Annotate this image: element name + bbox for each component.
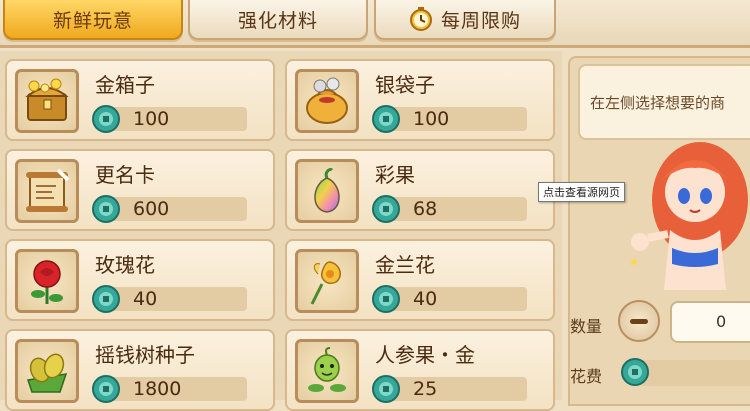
item-card-rename-card[interactable]: 更名卡 600 xyxy=(5,149,275,231)
item-price: 40 xyxy=(133,288,158,310)
item-grid: 金箱子 100 银袋子 100 更名卡 600 彩果 68 玫瑰花 40 金兰花… xyxy=(0,51,562,411)
ginseng-fruit-icon xyxy=(308,347,346,392)
jade-coin-icon xyxy=(372,195,400,223)
quantity-label: 数量 xyxy=(570,317,603,336)
item-name: 彩果 xyxy=(375,163,415,187)
item-price: 600 xyxy=(133,198,170,220)
item-name: 更名卡 xyxy=(95,163,155,187)
jade-coin-icon xyxy=(621,358,649,386)
tab-enhance-materials[interactable]: 强化材料 xyxy=(188,0,368,40)
tab-bar: 新鲜玩意 强化材料 每周限购 xyxy=(0,0,750,48)
hint-bubble: 在左侧选择想要的商 xyxy=(578,64,750,140)
item-price: 100 xyxy=(133,108,170,130)
jade-coin-icon xyxy=(372,285,400,313)
hint-text: 在左侧选择想要的商 xyxy=(590,94,726,112)
item-card-golden-orchid[interactable]: 金兰花 40 xyxy=(285,239,555,321)
jade-coin-icon xyxy=(92,195,120,223)
item-card-money-tree-seed[interactable]: 摇钱树种子 1800 xyxy=(5,329,275,411)
cost-display xyxy=(640,360,750,386)
silver-bag-icon xyxy=(306,77,348,124)
gold-chest-icon xyxy=(25,78,69,121)
tooltip: 点击查看源网页 xyxy=(538,182,625,202)
rose-icon xyxy=(31,260,63,304)
item-price: 40 xyxy=(413,288,438,310)
cost-label: 花费 xyxy=(570,367,603,386)
item-card-rose[interactable]: 玫瑰花 40 xyxy=(5,239,275,321)
item-name: 金兰花 xyxy=(375,253,435,277)
rainbow-fruit-icon xyxy=(314,168,340,213)
item-card-silver-bag[interactable]: 银袋子 100 xyxy=(285,59,555,141)
tab-label: 每周限购 xyxy=(440,9,521,32)
golden-orchid-icon xyxy=(310,261,341,305)
jade-coin-icon xyxy=(372,105,400,133)
tab-label: 强化材料 xyxy=(237,9,318,32)
decrease-quantity-button[interactable] xyxy=(618,300,660,342)
item-name: 银袋子 xyxy=(375,73,435,97)
tooltip-text: 点击查看源网页 xyxy=(543,186,620,199)
tab-weekly-limited[interactable]: 每周限购 xyxy=(374,0,556,40)
shopkeeper-character-icon xyxy=(630,142,748,290)
item-name: 摇钱树种子 xyxy=(95,343,195,367)
item-name: 玫瑰花 xyxy=(95,253,155,277)
item-card-gold-chest[interactable]: 金箱子 100 xyxy=(5,59,275,141)
item-card-ginseng-fruit-gold[interactable]: 人参果・金 25 xyxy=(285,329,555,411)
clock-icon xyxy=(409,7,432,31)
item-price: 1800 xyxy=(133,378,182,400)
item-name: 金箱子 xyxy=(95,73,155,97)
rename-scroll-icon xyxy=(26,168,70,212)
item-card-rainbow-fruit[interactable]: 彩果 68 xyxy=(285,149,555,231)
jade-coin-icon xyxy=(92,285,120,313)
item-price: 25 xyxy=(413,378,438,400)
tab-novelties[interactable]: 新鲜玩意 xyxy=(3,0,183,40)
money-tree-seed-icon xyxy=(27,353,68,393)
tab-label: 新鲜玩意 xyxy=(52,9,133,32)
item-name: 人参果・金 xyxy=(375,343,475,367)
jade-coin-icon xyxy=(92,105,120,133)
item-price: 100 xyxy=(413,108,450,130)
quantity-value: 0 xyxy=(716,312,727,331)
item-price: 68 xyxy=(413,198,438,220)
quantity-input[interactable]: 0 xyxy=(670,301,750,343)
